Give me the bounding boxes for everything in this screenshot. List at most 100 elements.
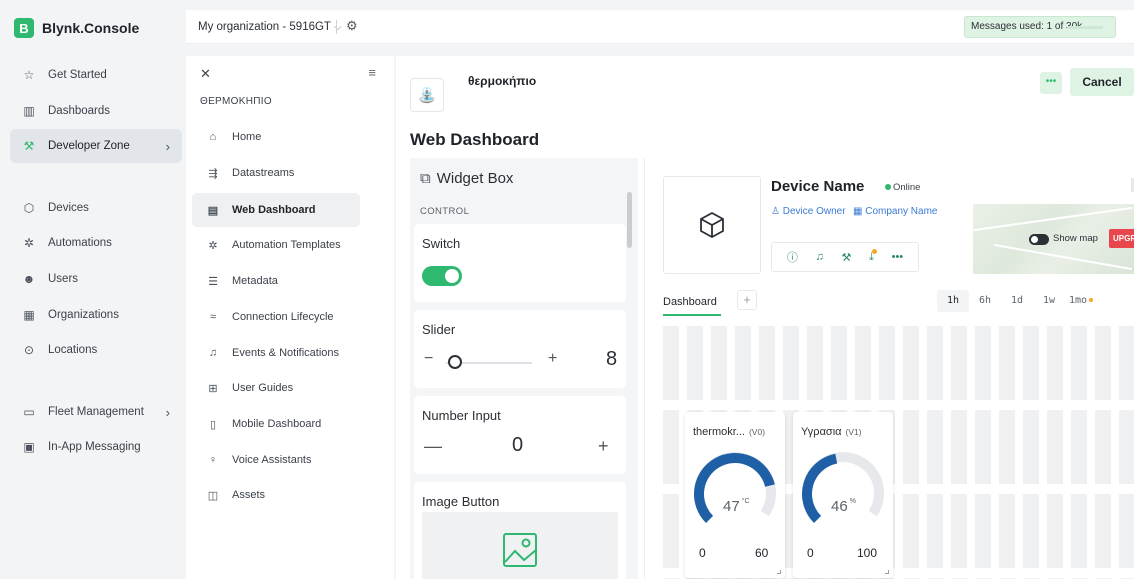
gauge-widget-humidity[interactable]: Υγρασια (V1) 46% 0 100	[793, 412, 893, 578]
subnav-item-connection-lifecycle[interactable]: ≈ Connection Lifecycle	[192, 300, 360, 334]
template-icon[interactable]: ⛲	[410, 78, 444, 112]
more-icon[interactable]: •••	[892, 251, 904, 263]
organization-selector[interactable]: My organization - 5916GT ⌵	[198, 21, 342, 33]
messages-used-track	[1067, 26, 1103, 29]
messages-used-badge[interactable]: Messages used: 1 of 30k	[964, 16, 1116, 38]
tab-dashboard[interactable]: Dashboard	[663, 296, 717, 308]
subnav-item-label: Mobile Dashboard	[232, 418, 322, 430]
device-owner-label: Device Owner	[782, 206, 846, 217]
fleet-icon: ▭	[23, 405, 35, 419]
tools-icon[interactable]: ⚒	[841, 251, 851, 264]
widget-title: Image Button	[422, 494, 500, 509]
range-1w[interactable]: 1w	[1033, 290, 1065, 312]
time-range-selector: 1h 6h 1d 1w 1mo	[937, 290, 1097, 312]
upgrade-badge[interactable]: UPGR	[1109, 229, 1134, 248]
subnav-item-events-notifications[interactable]: ♫ Events & Notifications	[192, 336, 360, 370]
add-tab-button[interactable]: +	[737, 290, 757, 310]
widget-title: Number Input	[422, 408, 501, 423]
grid-cell-column	[1047, 326, 1063, 579]
company-name-label: Company Name	[865, 206, 938, 217]
indicator-dot	[1089, 298, 1094, 302]
map-preview[interactable]: Show map UPGR	[973, 204, 1134, 274]
status-dot	[885, 184, 891, 191]
sidebar-item-users[interactable]: ☻ Users	[10, 262, 182, 296]
info-icon[interactable]: ⓘ	[787, 249, 798, 265]
cube-icon: ⬡	[23, 201, 35, 215]
subnav-item-user-guides[interactable]: ⊞ User Guides	[192, 371, 360, 405]
slider-plus-icon[interactable]: +	[548, 350, 557, 368]
slider-value: 8	[606, 348, 618, 370]
menu-icon[interactable]: ≡	[368, 65, 376, 80]
main-sidebar: B Blynk.Console ☆ Get Started ▥ Dashboar…	[0, 0, 188, 579]
gauge-widget-temperature[interactable]: thermokr... (V0) 47 °C 0 60	[685, 412, 785, 578]
device-owner-link[interactable]: ♙ Device Owner	[771, 206, 846, 217]
subnav-item-web-dashboard[interactable]: ▤ Web Dashboard	[192, 193, 360, 227]
grid-cell-column	[999, 326, 1015, 579]
top-bar: My organization - 5916GT ⌵ ⚙ Messages use…	[186, 10, 1134, 44]
sidebar-item-get-started[interactable]: ☆ Get Started	[10, 58, 182, 92]
image-icon	[503, 533, 537, 567]
subnav-item-automation-templates[interactable]: ✲ Automation Templates	[192, 228, 360, 262]
sidebar-item-automations[interactable]: ✲ Automations	[10, 226, 182, 260]
number-minus-button[interactable]: —	[424, 436, 442, 457]
divider	[336, 20, 337, 34]
range-1h[interactable]: 1h	[937, 290, 969, 312]
sidebar-item-label: Organizations	[48, 309, 119, 321]
gauge-chart	[802, 452, 884, 523]
gauge-name: Υγρασια	[801, 426, 842, 438]
subnav-item-home[interactable]: ⌂ Home	[192, 120, 360, 154]
gear-icon[interactable]: ⚙	[346, 18, 358, 34]
device-preview: Device Name Online ♙ Device Owner ▦ Comp…	[644, 158, 1134, 579]
number-plus-button[interactable]: +	[598, 436, 609, 457]
subnav-item-mobile-dashboard[interactable]: ▯ Mobile Dashboard	[192, 407, 360, 441]
tools-icon: ⚒	[23, 139, 35, 153]
sidebar-item-fleet-management[interactable]: ▭ Fleet Management ›	[10, 395, 182, 429]
subnav-item-metadata[interactable]: ☰ Metadata	[192, 264, 360, 298]
organization-name: My organization - 5916GT	[198, 21, 331, 33]
sidebar-item-organizations[interactable]: ▦ Organizations	[10, 298, 182, 332]
widget-slider[interactable]: Slider − + 8	[414, 310, 626, 388]
brand[interactable]: B Blynk.Console	[14, 18, 139, 38]
subnav-item-datastreams[interactable]: ⇶ Datastreams	[192, 156, 360, 190]
gauge-max: 100	[857, 546, 878, 560]
sidebar-item-developer-zone[interactable]: ⚒ Developer Zone ›	[10, 129, 182, 163]
company-name-link[interactable]: ▦ Company Name	[853, 206, 938, 217]
show-map-toggle[interactable]	[1029, 234, 1049, 245]
sidebar-item-in-app-messaging[interactable]: ▣ In-App Messaging	[10, 430, 182, 464]
scrollbar[interactable]	[627, 192, 632, 248]
subnav-item-label: Events & Notifications	[232, 347, 339, 359]
slider-knob[interactable]	[447, 355, 462, 369]
device-image[interactable]	[663, 176, 761, 274]
range-6h[interactable]: 6h	[969, 290, 1001, 312]
more-options-button[interactable]: •••	[1040, 72, 1062, 94]
bell-icon[interactable]: ♫	[816, 251, 824, 263]
slider-minus-icon[interactable]: −	[424, 350, 433, 368]
home-icon: ⌂	[209, 131, 217, 143]
location-pin-icon: ⊙	[23, 343, 35, 357]
sidebar-item-dashboards[interactable]: ▥ Dashboards	[10, 94, 182, 128]
subnav-item-assets[interactable]: ◫ Assets	[192, 478, 360, 512]
subnav-item-label: Assets	[232, 489, 266, 501]
download-icon[interactable]: ⤓	[869, 248, 877, 264]
sidebar-item-locations[interactable]: ⊙ Locations	[10, 333, 182, 367]
gauge-value-number: 47	[723, 498, 740, 515]
range-1d[interactable]: 1d	[1001, 290, 1033, 312]
sidebar-item-devices[interactable]: ⬡ Devices	[10, 191, 182, 225]
resize-handle[interactable]	[885, 570, 889, 574]
template-nav-panel: ✕ ≡ ΘΕΡΜΟΚΗΠΙΟ ⌂ Home ⇶ Datastreams ▤ We…	[186, 56, 394, 579]
range-1mo[interactable]: 1mo	[1065, 290, 1097, 312]
widget-switch[interactable]: Switch	[414, 224, 626, 302]
cancel-button[interactable]: Cancel	[1070, 68, 1134, 96]
widget-number-input[interactable]: Number Input — 0 +	[414, 396, 626, 474]
gauge-value-number: 46	[831, 498, 848, 515]
building-icon: ▦	[23, 308, 35, 322]
widget-image-button[interactable]: Image Button	[414, 482, 626, 579]
page-title: Web Dashboard	[410, 130, 540, 149]
subnav-item-voice-assistants[interactable]: ♀ Voice Assistants	[192, 443, 360, 477]
sidebar-item-label: In-App Messaging	[48, 441, 141, 453]
book-icon: ⊞	[208, 382, 218, 395]
close-icon[interactable]: ✕	[200, 66, 211, 82]
switch-toggle[interactable]	[422, 266, 462, 286]
gauge-title: thermokr... (V0)	[693, 426, 765, 438]
resize-handle[interactable]	[777, 570, 781, 574]
